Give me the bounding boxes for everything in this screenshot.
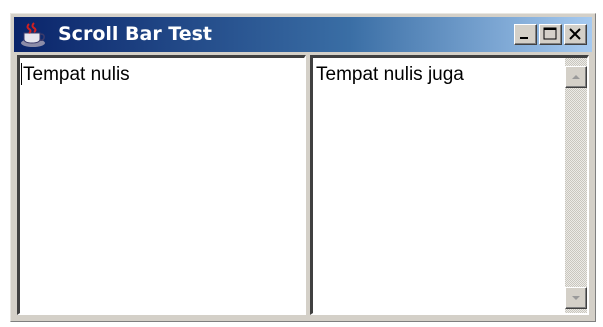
- scroll-up-button[interactable]: [565, 66, 587, 88]
- left-text-area[interactable]: Tempat nulis: [17, 55, 306, 315]
- java-cup-icon[interactable]: [19, 21, 48, 48]
- left-text-content: Tempat nulis: [23, 64, 130, 85]
- arrow-down-icon: [572, 296, 580, 300]
- vertical-scrollbar[interactable]: [565, 58, 587, 313]
- title-bar[interactable]: Scroll Bar Test: [14, 17, 592, 52]
- text-caret: [21, 63, 22, 85]
- window-title: Scroll Bar Test: [58, 23, 213, 45]
- minimize-button[interactable]: [514, 24, 537, 45]
- app-window: Scroll Bar Test Tempat nulis Tempat nuli…: [10, 13, 596, 322]
- right-text-content: Tempat nulis juga: [316, 64, 464, 85]
- right-text-area[interactable]: Tempat nulis juga: [310, 55, 589, 315]
- maximize-button[interactable]: [539, 24, 562, 45]
- arrow-up-icon: [572, 75, 580, 79]
- minimize-icon: [520, 37, 528, 39]
- scroll-down-button[interactable]: [565, 287, 587, 309]
- close-button[interactable]: [564, 24, 587, 45]
- window-content: Tempat nulis Tempat nulis juga: [17, 55, 589, 315]
- maximize-icon: [543, 27, 557, 40]
- close-icon: [569, 28, 581, 40]
